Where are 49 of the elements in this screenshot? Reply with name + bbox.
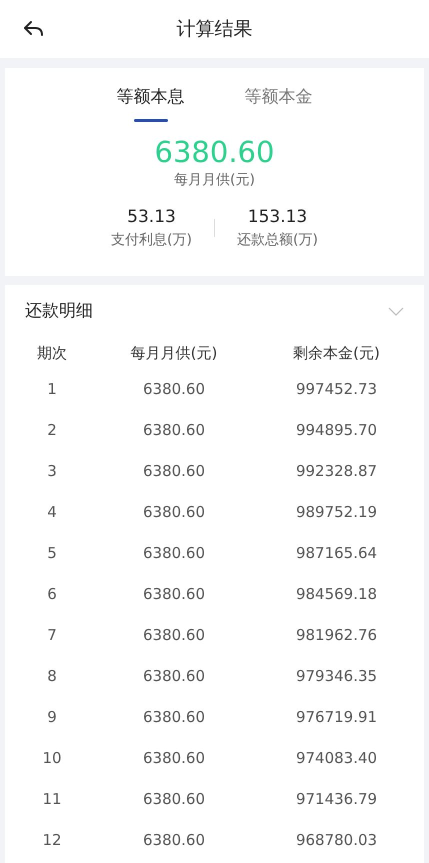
table-cell-text: 992328.87 bbox=[294, 461, 378, 482]
column-header: 剩余本金(元) bbox=[292, 342, 381, 364]
table-cell-text: 8 bbox=[46, 666, 58, 688]
stat-value: 53.13 bbox=[127, 206, 176, 228]
table-cell-text: 6380.60 bbox=[142, 379, 206, 400]
table-cell-text: 979346.35 bbox=[294, 666, 378, 688]
table-cell-text: 2 bbox=[46, 420, 58, 442]
table-cell-text: 9 bbox=[46, 707, 58, 728]
table-cell-text: 6380.60 bbox=[142, 748, 206, 770]
table-cell-text: 6380.60 bbox=[142, 502, 206, 524]
table-cell-text: 6380.60 bbox=[142, 666, 206, 688]
section-title: 还款明细 bbox=[25, 300, 93, 324]
table-cell-text: 989752.19 bbox=[294, 502, 378, 524]
table-cell-text: 971436.79 bbox=[294, 789, 378, 810]
table-cell-text: 7 bbox=[46, 625, 58, 646]
table-cell-text: 6 bbox=[46, 584, 58, 606]
tab[interactable]: 等额本金 bbox=[244, 85, 312, 122]
table-cell-text: 997452.73 bbox=[294, 379, 378, 400]
table-cell-text: 6380.60 bbox=[142, 789, 206, 810]
table-cell-text: 6380.60 bbox=[142, 584, 206, 606]
table-cell-text: 4 bbox=[46, 502, 58, 524]
table-cell-text: 12 bbox=[41, 830, 63, 852]
column-header: 每月月供(元) bbox=[130, 342, 218, 364]
table-cell-text: 6380.60 bbox=[142, 830, 206, 852]
table-cell-text: 974083.40 bbox=[294, 748, 378, 770]
table-cell-text: 968780.03 bbox=[294, 830, 378, 852]
table-cell-text: 6380.60 bbox=[142, 420, 206, 442]
table-cell-text: 981962.76 bbox=[294, 625, 378, 646]
tab[interactable]: 等额本息 bbox=[116, 85, 184, 122]
stat-label: 还款总额(万) bbox=[237, 231, 318, 250]
table-cell-text: 6380.60 bbox=[142, 543, 206, 564]
stat-label: 支付利息(万) bbox=[111, 231, 192, 250]
stat-value: 153.13 bbox=[248, 206, 308, 228]
table-cell-text: 987165.64 bbox=[294, 543, 378, 564]
table-cell-text: 1 bbox=[46, 379, 58, 400]
table-cell-text: 976719.91 bbox=[294, 707, 378, 728]
table-cell-text: 994895.70 bbox=[294, 420, 378, 442]
table-cell-text: 6380.60 bbox=[142, 625, 206, 646]
monthly-payment-value: 6380.60 bbox=[154, 134, 274, 170]
monthly-payment-label: 每月月供(元) bbox=[174, 170, 255, 190]
table-cell-text: 10 bbox=[41, 748, 63, 770]
table-cell-text: 6380.60 bbox=[142, 707, 206, 728]
table-cell-text: 6380.60 bbox=[142, 461, 206, 482]
table-cell-text: 5 bbox=[46, 543, 58, 564]
page-title: 计算结果 bbox=[176, 16, 252, 42]
table-cell-text: 11 bbox=[41, 789, 63, 810]
column-header: 期次 bbox=[36, 342, 68, 364]
table-cell-text: 3 bbox=[46, 461, 58, 482]
table-cell-text: 984569.18 bbox=[294, 584, 378, 606]
